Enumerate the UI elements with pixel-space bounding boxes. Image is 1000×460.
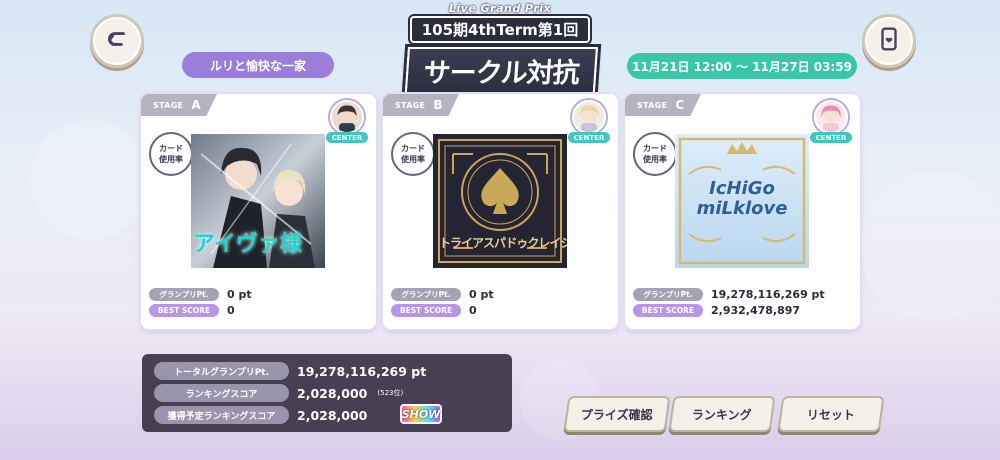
expected-ranking-label: 獲得予定ランキングスコア bbox=[154, 406, 289, 424]
prize-check-button[interactable]: プライズ確認 bbox=[563, 396, 671, 432]
stage-letter: A bbox=[191, 98, 201, 112]
best-score-value: 2,932,478,897 bbox=[711, 304, 801, 317]
back-arrow-icon bbox=[104, 26, 130, 56]
stage-card-b[interactable]: STAGE B CENTER カード 使用率 トライアスパドゥクレイジー グラン… bbox=[383, 94, 618, 329]
stage-letter: B bbox=[433, 98, 443, 112]
best-score-badge: BEST SCORE bbox=[633, 304, 703, 317]
stage-label: STAGE bbox=[637, 100, 668, 110]
event-term-label: 105期4thTerm第1回 bbox=[409, 16, 591, 43]
show-badge: SHOW bbox=[400, 404, 442, 424]
event-title-logo: Live Grand Prix 105期4thTerm第1回 サークル対抗戦 bbox=[401, 2, 599, 133]
reset-label: リセット bbox=[806, 407, 855, 422]
jacket-title-b: トライアスパドゥクレイジー bbox=[439, 236, 567, 250]
team-name-pill: ルリと愉快な一家 bbox=[182, 52, 334, 78]
grandprix-pt-value: 0 pt bbox=[469, 288, 494, 301]
total-grandprix-value: 19,278,116,269 pt bbox=[297, 363, 427, 379]
ranking-place: (523位) bbox=[377, 389, 404, 397]
center-character-avatar bbox=[572, 100, 606, 134]
bg-sparkle bbox=[860, 170, 1000, 320]
song-jacket-b: トライアスパドゥクレイジー bbox=[433, 134, 567, 268]
jacket-title-c-line2: miLklove bbox=[696, 198, 788, 219]
reset-button[interactable]: リセット bbox=[777, 396, 885, 432]
best-score-badge: BEST SCORE bbox=[391, 304, 461, 317]
usage-label-line1: カード bbox=[643, 144, 667, 153]
stage-label: STAGE bbox=[153, 100, 184, 110]
usage-label-line1: カード bbox=[159, 144, 183, 153]
event-top-label: Live Grand Prix bbox=[448, 2, 552, 15]
grandprix-pt-badge: グランプリPt. bbox=[391, 288, 461, 301]
grandprix-pt-badge: グランプリPt. bbox=[633, 288, 703, 301]
stage-tab: STAGE A bbox=[141, 94, 217, 116]
stage-tab: STAGE B bbox=[383, 94, 459, 116]
prize-check-label: プライズ確認 bbox=[581, 407, 653, 422]
best-score-row: BEST SCORE 0 bbox=[391, 304, 477, 317]
ranking-label: ランキング bbox=[692, 407, 752, 422]
grandprix-pt-value: 0 pt bbox=[227, 288, 252, 301]
center-badge: CENTER bbox=[568, 132, 610, 143]
card-usage-rate-button[interactable]: カード 使用率 bbox=[391, 132, 435, 176]
best-score-value: 0 bbox=[227, 304, 235, 317]
usage-label-line2: 使用率 bbox=[643, 155, 667, 164]
back-button[interactable] bbox=[90, 14, 144, 68]
best-score-badge: BEST SCORE bbox=[149, 304, 219, 317]
phone-icon bbox=[876, 26, 902, 56]
expected-ranking-row: 獲得予定ランキングスコア 2,028,000 bbox=[154, 406, 367, 424]
jacket-title-c-line1: IcHiGo bbox=[709, 178, 775, 199]
center-badge: CENTER bbox=[326, 132, 368, 143]
ranking-score-value: 2,028,000 bbox=[297, 385, 368, 401]
ranking-score-row: ランキングスコア 2,028,000 (523位) bbox=[154, 384, 403, 402]
total-grandprix-row: トータルグランプリPt. 19,278,116,269 pt bbox=[154, 362, 426, 380]
event-period-pill: 11月21日 12:00 〜 11月27日 03:59 bbox=[627, 53, 857, 79]
grandprix-pt-value: 19,278,116,269 pt bbox=[711, 288, 825, 301]
card-usage-rate-button[interactable]: カード 使用率 bbox=[149, 132, 193, 176]
usage-label-line2: 使用率 bbox=[401, 155, 425, 164]
center-character-avatar bbox=[814, 100, 848, 134]
usage-label-line2: 使用率 bbox=[159, 155, 183, 164]
stage-label: STAGE bbox=[395, 100, 426, 110]
expected-ranking-value: 2,028,000 bbox=[297, 407, 368, 423]
grandprix-pt-badge: グランプリPt. bbox=[149, 288, 219, 301]
phone-button[interactable] bbox=[862, 14, 916, 68]
ranking-button[interactable]: ランキング bbox=[668, 396, 776, 432]
stage-card-a[interactable]: STAGE A CENTER カード 使用率 アイヴァ様 グランプリPt. 0 … bbox=[141, 94, 376, 329]
grandprix-pt-row: グランプリPt. 19,278,116,269 pt bbox=[633, 288, 825, 301]
grandprix-pt-row: グランプリPt. 0 pt bbox=[391, 288, 494, 301]
stage-tab: STAGE C bbox=[625, 94, 701, 116]
score-summary-panel: トータルグランプリPt. 19,278,116,269 pt ランキングスコア … bbox=[142, 354, 512, 432]
best-score-row: BEST SCORE 0 bbox=[149, 304, 235, 317]
stage-letter: C bbox=[675, 98, 685, 112]
song-jacket-a: アイヴァ様 bbox=[191, 134, 325, 268]
center-badge: CENTER bbox=[810, 132, 852, 143]
center-character-avatar bbox=[330, 100, 364, 134]
jacket-title-a: アイヴァ様 bbox=[193, 232, 302, 257]
stage-card-c[interactable]: STAGE C CENTER カード 使用率 IcHiGo miLklove グ… bbox=[625, 94, 860, 329]
ranking-score-label: ランキングスコア bbox=[154, 384, 289, 402]
total-grandprix-label: トータルグランプリPt. bbox=[154, 362, 289, 380]
song-jacket-c: IcHiGo miLklove bbox=[675, 134, 809, 268]
grandprix-pt-row: グランプリPt. 0 pt bbox=[149, 288, 252, 301]
best-score-value: 0 bbox=[469, 304, 477, 317]
usage-label-line1: カード bbox=[401, 144, 425, 153]
bg-sparkle bbox=[30, 120, 150, 240]
card-usage-rate-button[interactable]: カード 使用率 bbox=[633, 132, 677, 176]
best-score-row: BEST SCORE 2,932,478,897 bbox=[633, 304, 800, 317]
